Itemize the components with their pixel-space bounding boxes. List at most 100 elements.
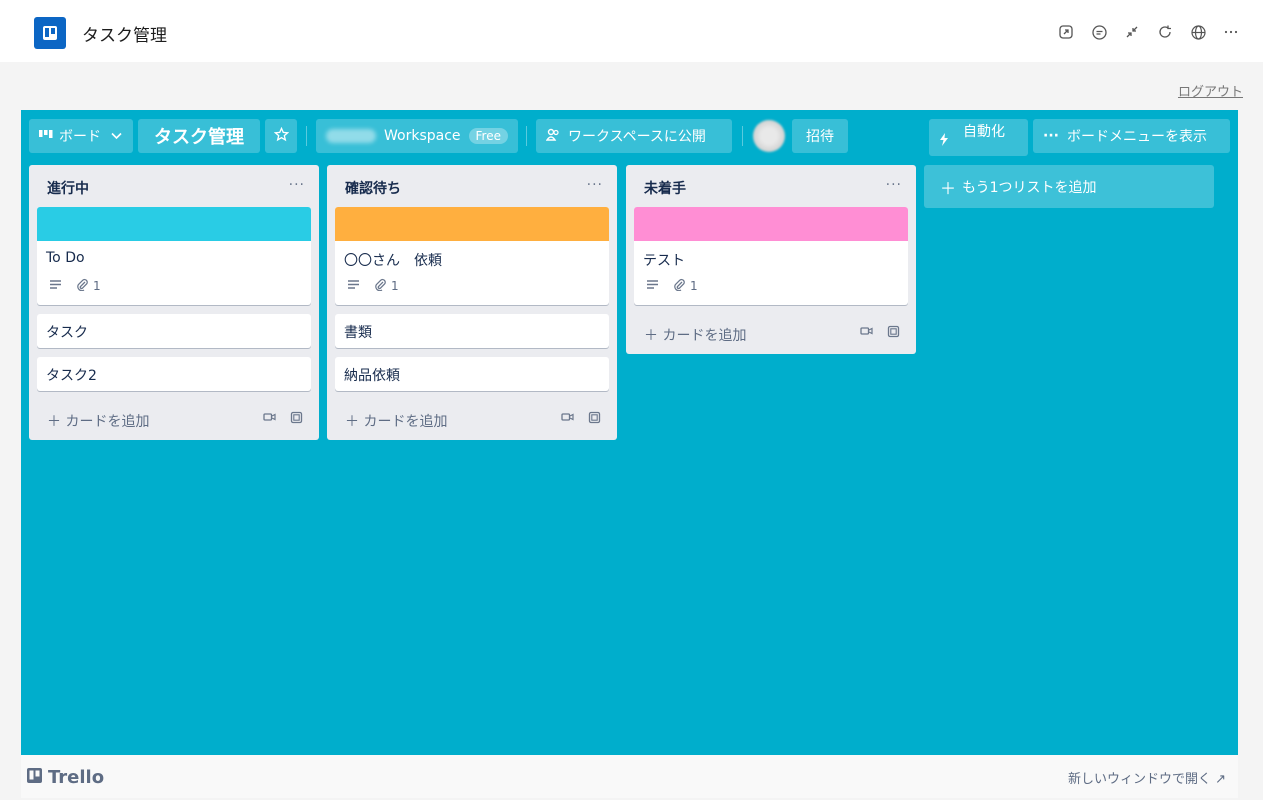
visibility-label: ワークスペースに公開: [568, 129, 706, 145]
board-view-label: ボード: [59, 129, 101, 145]
template-icon[interactable]: [887, 325, 900, 341]
card-cover: [335, 207, 609, 241]
add-card-tools: [263, 411, 303, 427]
list-title[interactable]: 確認待ち: [345, 178, 401, 198]
card[interactable]: 〇〇さん 依頼 1: [335, 207, 609, 305]
list-header: 確認待ち ···: [327, 165, 617, 207]
list-title[interactable]: 未着手: [644, 178, 686, 198]
add-card-tools: [860, 325, 900, 341]
board-view-switcher[interactable]: ボード: [29, 119, 133, 153]
list-header: 進行中 ···: [29, 165, 319, 207]
footer: Trello 新しいウィンドウで開く ↗: [21, 755, 1238, 798]
invite-button[interactable]: 招待: [792, 119, 848, 153]
avatar[interactable]: [753, 120, 785, 152]
card[interactable]: To Do 1: [37, 207, 311, 305]
workspace-button[interactable]: Workspace Free: [316, 119, 518, 153]
template-icon[interactable]: [290, 411, 303, 427]
attachment-count: 1: [391, 279, 399, 293]
paperclip-icon: [374, 278, 386, 294]
add-card-button[interactable]: ＋ カードを追加: [644, 325, 746, 345]
divider: [742, 126, 743, 146]
automation-label: 自動化: [963, 124, 1005, 140]
card-title: 書類: [344, 325, 372, 341]
paperclip-icon: [76, 278, 88, 294]
star-button[interactable]: [265, 119, 297, 153]
visibility-button[interactable]: ワークスペースに公開: [536, 119, 732, 153]
list-title[interactable]: 進行中: [47, 178, 89, 198]
attachment-badge: 1: [374, 278, 399, 294]
list-not-started: 未着手 ··· テスト 1 ＋ カードを追加: [626, 165, 916, 354]
card-title: 〇〇さん 依頼: [344, 253, 442, 269]
divider: [306, 126, 307, 146]
logout-link[interactable]: ログアウト: [1178, 81, 1243, 100]
trello-icon: [27, 767, 42, 788]
plus-icon: ＋: [47, 414, 66, 430]
card-title: 納品依頼: [344, 368, 400, 384]
board: ボード タスク管理 Workspace Free ワークスペースに公開 招待 自…: [21, 110, 1238, 755]
workspace-name-blurred: [326, 129, 376, 143]
more-icon: ···: [1043, 128, 1059, 144]
attachment-count: 1: [690, 279, 698, 293]
attachment-badge: 1: [76, 278, 101, 294]
trello-brand: Trello: [48, 767, 105, 788]
card[interactable]: タスク: [37, 314, 311, 348]
add-card-button[interactable]: ＋ カードを追加: [345, 411, 447, 431]
list-menu-button[interactable]: ···: [886, 177, 902, 193]
open-new-window-link[interactable]: 新しいウィンドウで開く ↗: [1068, 768, 1226, 787]
card-title: タスク: [46, 325, 88, 341]
attachment-badge: 1: [673, 278, 698, 294]
card-title: タスク2: [46, 368, 97, 384]
add-card-label: カードを追加: [662, 328, 747, 344]
comment-icon[interactable]: [1087, 20, 1111, 44]
plus-icon: ＋: [940, 178, 957, 198]
list-menu-button[interactable]: ···: [587, 177, 603, 193]
add-card-button[interactable]: ＋ カードを追加: [47, 411, 149, 431]
list-header: 未着手 ···: [626, 165, 916, 207]
card-cover: [634, 207, 908, 241]
template-icon[interactable]: [588, 411, 601, 427]
people-icon: [545, 128, 560, 145]
list-menu-button[interactable]: ···: [289, 177, 305, 193]
add-card-label: カードを追加: [65, 414, 150, 430]
card[interactable]: テスト 1: [634, 207, 908, 305]
more-icon[interactable]: [1219, 20, 1243, 44]
card[interactable]: 納品依頼: [335, 357, 609, 391]
board-menu-label: ボードメニューを表示: [1066, 129, 1207, 145]
board-view-icon: [39, 128, 53, 144]
list-waiting-review: 確認待ち ··· 〇〇さん 依頼 1 書類 納品依頼 ＋ カードを追加: [327, 165, 617, 440]
automation-button[interactable]: 自動化: [929, 119, 1028, 156]
video-icon[interactable]: [561, 411, 574, 427]
description-icon: [347, 279, 360, 293]
add-list-label: もう1つリストを追加: [962, 179, 1097, 196]
app-title: タスク管理: [82, 26, 167, 46]
star-icon: [273, 126, 289, 146]
card-cover: [37, 207, 311, 241]
card-badges: 1: [37, 275, 311, 305]
trello-app-icon: [34, 17, 66, 49]
globe-icon[interactable]: [1186, 20, 1210, 44]
attachment-count: 1: [93, 279, 101, 293]
collapse-icon[interactable]: [1120, 20, 1144, 44]
divider: [526, 126, 527, 146]
list-in-progress: 進行中 ··· To Do 1 タスク タスク2 ＋ カードを追加: [29, 165, 319, 440]
card-title: テスト: [643, 253, 685, 269]
app-header: タスク管理: [0, 0, 1263, 62]
video-icon[interactable]: [263, 411, 276, 427]
card-badges: 1: [634, 275, 908, 305]
add-card-tools: [561, 411, 601, 427]
add-card-row: ＋ カードを追加: [335, 400, 609, 440]
header-toolbar: [1054, 20, 1243, 44]
card[interactable]: タスク2: [37, 357, 311, 391]
video-icon[interactable]: [860, 325, 873, 341]
plus-icon: ＋: [345, 414, 364, 430]
open-external-icon[interactable]: [1054, 20, 1078, 44]
plus-icon: ＋: [644, 328, 663, 344]
free-badge: Free: [468, 128, 508, 144]
board-menu-button[interactable]: ··· ボードメニューを表示: [1033, 119, 1230, 153]
add-card-row: ＋ カードを追加: [37, 400, 311, 440]
board-title[interactable]: タスク管理: [138, 119, 260, 153]
refresh-icon[interactable]: [1153, 20, 1177, 44]
add-list-button[interactable]: ＋ もう1つリストを追加: [924, 165, 1214, 208]
description-icon: [646, 279, 659, 293]
card[interactable]: 書類: [335, 314, 609, 348]
